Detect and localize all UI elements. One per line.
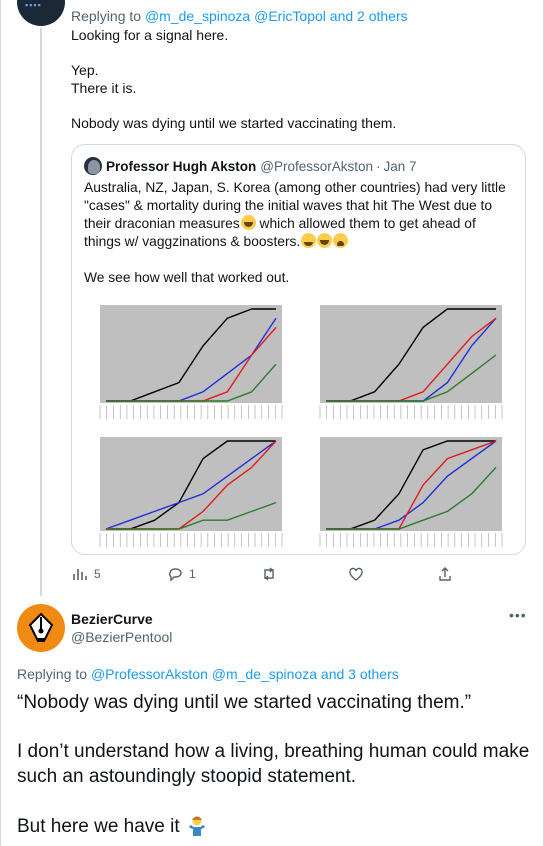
tears-of-joy-emoji-icon <box>301 233 317 248</box>
chart-panel <box>304 427 514 551</box>
replying-to: Replying to @ProfessorAkston @m_de_spino… <box>17 666 399 682</box>
author-handle[interactable]: @BezierPentool <box>71 629 172 645</box>
line-chart <box>99 305 283 419</box>
tweet-paragraph: I don’t understand how a living, breathi… <box>17 741 530 787</box>
quoted-date: Jan 7 <box>383 158 417 174</box>
tweet-thread: ▪▪▪▪ Replying to @m_de_spinoza @EricTopo… <box>0 0 544 846</box>
tweet-text: Looking for a signal here. Yep. There it… <box>71 27 526 132</box>
tweet-line: Nobody was dying until we started vaccin… <box>71 114 397 131</box>
reply-button[interactable]: 1 <box>167 566 196 582</box>
quoted-tweet-header: Professor Hugh Akston @ProfessorAkston ·… <box>84 157 417 175</box>
replying-users-link[interactable]: @m_de_spinoza @EricTopol <box>145 8 326 24</box>
quoted-author-handle: @ProfessorAkston <box>260 158 374 174</box>
thread-connector-line <box>40 28 42 596</box>
person-shrugging-icon <box>188 816 205 836</box>
replying-prefix: Replying to <box>17 666 91 682</box>
plot-area <box>320 305 502 403</box>
replying-prefix: Replying to <box>71 8 145 24</box>
avatar[interactable]: ▪▪▪▪ <box>17 0 65 26</box>
plot-area <box>320 437 502 531</box>
reply-count: 1 <box>189 567 196 581</box>
tweet-text: “Nobody was dying until we started vacci… <box>17 691 532 839</box>
chart-panel <box>84 295 294 423</box>
share-icon <box>439 567 451 581</box>
chart-image-grid[interactable] <box>84 295 514 551</box>
tweet-line: Yep. <box>71 62 99 78</box>
retweet-button[interactable] <box>261 566 277 582</box>
quoted-author-name: Professor Hugh Akston <box>106 158 257 174</box>
quoted-text-part: We see how well that worked out. <box>84 270 290 285</box>
tweet-paragraph: “Nobody was dying until we started vacci… <box>17 692 472 713</box>
tweet-line: Looking for a signal here. <box>71 27 229 43</box>
line-chart <box>319 437 503 547</box>
tweet-paragraph: But here we have it <box>17 815 180 837</box>
analytics-icon <box>73 569 87 580</box>
tweet-action-bar: 5 1 <box>71 566 526 586</box>
retweet-icon <box>264 567 274 581</box>
replying-users-link[interactable]: @ProfessorAkston @m_de_spinoza <box>91 666 317 682</box>
line-chart <box>99 437 283 547</box>
reply-icon <box>169 568 182 582</box>
fountain-pen-icon <box>28 613 54 642</box>
like-icon <box>349 567 363 581</box>
quoted-avatar <box>84 157 102 175</box>
chart-panel <box>304 295 514 423</box>
tweet-line: There it is. <box>71 79 137 96</box>
replying-to: Replying to @m_de_spinoza @EricTopol and… <box>71 8 408 24</box>
line-chart <box>319 305 503 419</box>
tweet-paragraph-last: But here we have it <box>17 814 532 840</box>
rolling-laughing-emoji-icon <box>317 233 333 248</box>
analytics-count: 5 <box>94 567 101 581</box>
sobbing-emoji-icon <box>333 233 349 248</box>
replying-others-link[interactable]: 2 others <box>357 8 408 24</box>
replying-and: and <box>317 666 349 682</box>
replying-and: and <box>325 8 358 24</box>
share-button[interactable] <box>437 566 453 582</box>
quoted-tweet-text: Australia, NZ, Japan, S. Korea (among ot… <box>84 179 516 287</box>
replying-others-link[interactable]: 3 others <box>348 666 399 682</box>
rolling-laughing-emoji-icon <box>240 215 256 230</box>
plot-area <box>100 437 282 531</box>
chart-panel <box>84 427 294 551</box>
avatar[interactable] <box>17 604 65 652</box>
more-options-button[interactable]: ••• <box>509 607 527 623</box>
like-button[interactable] <box>348 566 364 582</box>
quoted-tweet-card[interactable]: Professor Hugh Akston @ProfessorAkston ·… <box>71 144 526 555</box>
separator-dot: · <box>376 158 381 174</box>
author-name[interactable]: BezierCurve <box>71 611 153 627</box>
analytics-button[interactable]: 5 <box>72 566 101 582</box>
